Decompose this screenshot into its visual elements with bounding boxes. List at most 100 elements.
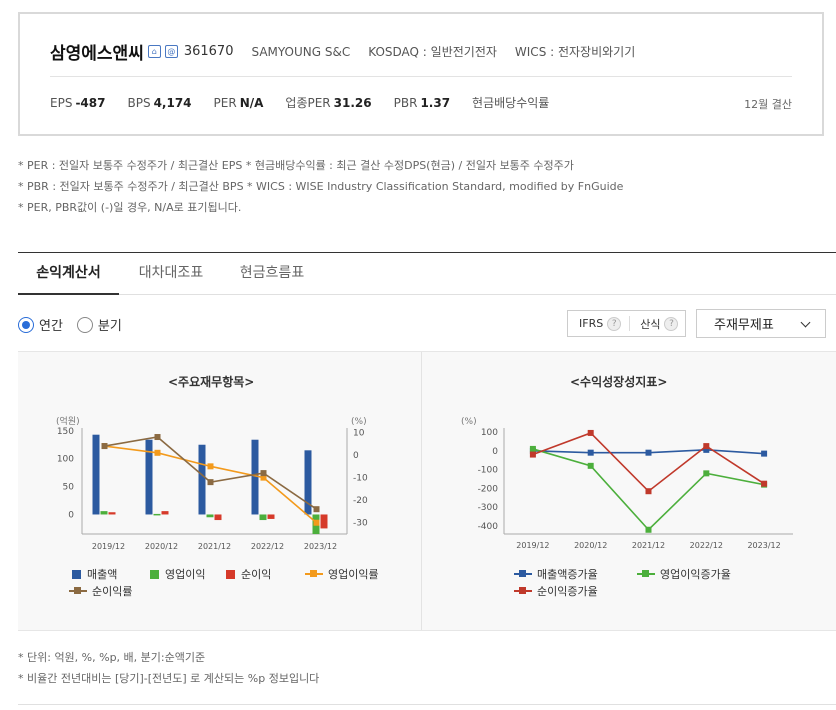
tab-cash-flow[interactable]: 현금흐름표 — [224, 253, 320, 295]
y-tick-label: 100 — [57, 455, 74, 465]
period-selector: 연간 분기 — [18, 315, 136, 334]
y-tick-label: -300 — [478, 503, 499, 513]
net-margin-point — [313, 506, 320, 513]
growth-chart: (%) 100 0 -100 -200 -300 -400 2019/12 2020/12 202… — [461, 417, 793, 550]
net-growth-point — [587, 429, 594, 436]
x-tick-label: 2023/12 — [304, 542, 337, 551]
sales-growth-point — [587, 449, 594, 456]
legend-swatch — [69, 587, 87, 595]
note-line: * PBR : 전일자 보통주 수정주가 / 최근결산 BPS * WICS :… — [18, 180, 624, 193]
home-icon[interactable]: ⌂ — [147, 45, 161, 58]
y-tick-label: -400 — [478, 522, 499, 532]
op-growth-point — [587, 462, 594, 469]
y-axis-label: (%) — [461, 417, 477, 427]
tab-income-statement[interactable]: 손익계산서 — [18, 253, 119, 295]
net-growth-point — [529, 451, 536, 458]
statement-type-dropdown[interactable]: 주재무제표 — [696, 309, 826, 338]
metric-industry-per: 업종PER 31.26 — [285, 96, 372, 110]
note-line: * PER : 전일자 보통주 수정주가 / 최근결산 EPS * 현금배당수익… — [18, 159, 574, 172]
metric-per: PER N/A — [213, 96, 264, 110]
option-box: IFRS? 산식? — [567, 310, 686, 337]
net-income-bar — [320, 514, 328, 529]
summary-notes: * PER : 전일자 보통주 수정주가 / 최근결산 EPS * 현금배당수익… — [18, 155, 623, 218]
net-income-bar — [161, 511, 169, 515]
y-tick-label: 150 — [57, 427, 74, 437]
legend-swatch — [514, 570, 532, 578]
help-icon[interactable]: ? — [607, 316, 622, 331]
op-income-bar — [206, 514, 214, 518]
y2-axis-label: (%) — [351, 417, 367, 427]
statement-tabs: 손익계산서 대차대조표 현금흐름표 — [18, 252, 836, 295]
metric-pbr: PBR 1.37 — [393, 96, 451, 110]
bottom-divider — [18, 704, 836, 705]
metrics-row: EPS -487 BPS 4,174 PER N/A 업종PER 31.26 PBR 1.… — [50, 94, 574, 111]
y2-tick-label: -30 — [353, 519, 368, 529]
legend-swatch — [72, 569, 81, 579]
op-margin-point — [154, 449, 161, 456]
x-tick-label: 2022/12 — [251, 542, 284, 551]
y-tick-label: 0 — [492, 447, 498, 457]
fiscal-month: 12월 결산 — [744, 98, 792, 111]
op-growth-point — [703, 470, 710, 477]
legend-net-margin: 순이익률 — [69, 583, 132, 599]
y-tick-label: -200 — [478, 484, 499, 494]
x-tick-label: 2020/12 — [574, 541, 607, 550]
legend-op-growth: 영업이익증가율 — [637, 566, 731, 582]
tab-balance-sheet[interactable]: 대차대조표 — [123, 253, 219, 295]
y-tick-label: 100 — [481, 428, 498, 438]
x-tick-label: 2020/12 — [145, 542, 178, 551]
mail-icon[interactable]: @ — [164, 45, 178, 58]
y2-tick-label: 10 — [353, 429, 365, 439]
metric-bps: BPS 4,174 — [127, 96, 192, 110]
legend-net-income: 순이익 — [226, 566, 271, 582]
summary-divider — [50, 76, 792, 77]
quarterly-radio[interactable] — [76, 316, 93, 333]
note-line: * PER, PBR값이 (-)일 경우, N/A로 표기됩니다. — [18, 201, 242, 214]
net-margin-point — [154, 434, 161, 441]
y2-tick-label: -20 — [353, 496, 368, 506]
annual-radio[interactable] — [18, 316, 34, 333]
x-tick-label: 2021/12 — [632, 541, 665, 550]
legend-swatch — [150, 569, 159, 579]
y-tick-label: 50 — [63, 483, 75, 493]
x-tick-label: 2019/12 — [516, 541, 549, 550]
op-growth-point — [645, 526, 652, 533]
sales-bar — [92, 434, 100, 515]
sales-growth-point — [645, 449, 652, 456]
x-tick-label: 2019/12 — [92, 542, 125, 551]
net-income-bar — [267, 514, 275, 519]
legend-net-growth: 순이익증가율 — [514, 583, 598, 599]
sales-growth-point — [761, 450, 768, 457]
net-margin-line — [104, 436, 317, 510]
x-tick-label: 2022/12 — [690, 541, 723, 550]
net-growth-point — [645, 488, 652, 495]
x-tick-label: 2023/12 — [747, 541, 780, 550]
y-axis-label: (억원) — [56, 415, 80, 427]
quarterly-label[interactable]: 분기 — [98, 315, 122, 334]
net-margin-point — [207, 479, 214, 486]
company-title-row: 삼영에스앤씨 ⌂ @ 361670 SAMYOUNG S&C KOSDAQ : … — [50, 39, 635, 64]
company-summary: 삼영에스앤씨 ⌂ @ 361670 SAMYOUNG S&C KOSDAQ : … — [18, 12, 824, 136]
y-tick-label: 0 — [68, 510, 74, 520]
formula-option[interactable]: 산식? — [630, 316, 679, 332]
legend-sales: 매출액 — [72, 566, 117, 582]
charts-area: <주요재무항목> (억원) (%) 0 50 100 150 10 0 -10 -20 -30 201… — [18, 351, 836, 631]
net-income-bar — [214, 514, 222, 521]
market-info: KOSDAQ : 일반전기전자 — [368, 45, 497, 59]
note-line: * 비율간 전년대비는 [당기]-[전년도] 로 계산되는 %p 정보입니다 — [18, 672, 320, 685]
company-name: 삼영에스앤씨 — [50, 44, 144, 64]
help-icon[interactable]: ? — [664, 316, 679, 331]
y2-tick-label: -10 — [353, 474, 368, 484]
x-tick-label: 2021/12 — [198, 542, 231, 551]
ifrs-option[interactable]: IFRS? — [568, 316, 622, 331]
op-income-bar — [153, 513, 161, 516]
legend-swatch — [637, 570, 655, 578]
financials-chart: (억원) (%)050100150 100-10-20-302019/12 2020/… — [56, 415, 368, 551]
dropdown-value: 주재무제표 — [714, 318, 774, 333]
net-margin-point — [101, 443, 108, 450]
annual-label[interactable]: 연간 — [39, 315, 63, 334]
note-line: * 단위: 억원, %, %p, 배, 분기:순액기준 — [18, 651, 206, 664]
english-name: SAMYOUNG S&C — [251, 44, 351, 59]
legend-swatch — [514, 587, 532, 595]
metric-dividend-yield: 현금배당수익률 — [472, 96, 550, 110]
